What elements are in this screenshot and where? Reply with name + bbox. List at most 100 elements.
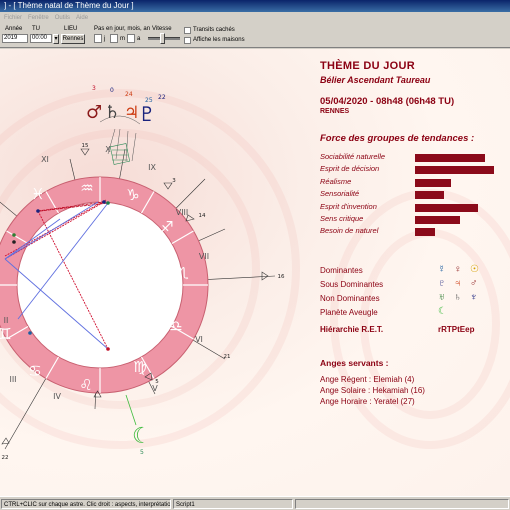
cusp-degree: 5	[155, 379, 159, 385]
status-hint: CTRL+CLIC sur chaque astre. Clic droit :…	[1, 499, 171, 509]
mars-degree: 3	[92, 85, 96, 92]
year-input[interactable]: 2019	[2, 34, 28, 43]
vitesse-label: Vitesse	[152, 26, 172, 32]
house-label-vi: VI	[195, 335, 203, 344]
step-day-input[interactable]	[94, 34, 102, 43]
jupiter-icon[interactable]: ♃	[454, 279, 462, 289]
non-dominantes-label: Non Dominantes	[320, 294, 380, 303]
pluto-degree: 25	[145, 97, 153, 104]
lieu-label: LIEU	[64, 26, 78, 32]
cusp-degree: 16	[278, 274, 285, 280]
planet-dot[interactable]	[36, 209, 40, 213]
menu-fenetre[interactable]: Fenêtre	[28, 12, 49, 24]
tu-input[interactable]: 00:00	[30, 34, 52, 43]
cusp-degree: 22	[2, 455, 9, 461]
ret-hierarchy-value: rRTPtEep	[438, 325, 475, 334]
neptune-icon[interactable]: ♆	[470, 293, 478, 303]
leo-icon: ♌	[79, 376, 92, 394]
planet-connector	[109, 143, 131, 165]
house-label-vii: VII	[199, 252, 209, 261]
tu-label: TU	[32, 26, 40, 32]
moon-icon[interactable]: ☾	[438, 307, 447, 317]
status-mode: Script1	[173, 499, 293, 509]
moon-icon[interactable]: ☾	[132, 424, 152, 449]
maisons-label: Affiche les maisons	[193, 37, 245, 43]
step-year-label: a	[137, 36, 141, 42]
maisons-checkbox[interactable]	[184, 37, 191, 44]
trend-row: Sens critique	[320, 214, 510, 224]
virgo-icon: ♍	[133, 358, 146, 376]
gemini-icon: ♊	[0, 325, 12, 343]
step-month-label: m	[120, 36, 125, 42]
trend-label: Réalisme	[320, 176, 352, 186]
jupiter-icon[interactable]: ♃	[124, 103, 139, 123]
trend-label: Sociabilité naturelle	[320, 152, 386, 161]
planet-dot[interactable]	[12, 240, 16, 244]
step-year-input[interactable]	[127, 34, 135, 43]
status-bar: CTRL+CLIC sur chaque astre. Clic droit :…	[0, 496, 510, 510]
scorpio-icon: ♏	[175, 264, 189, 282]
window-title: ] - [ Thème natal de Thème du Jour ]	[4, 1, 134, 10]
sun-icon[interactable]: ☉	[470, 265, 479, 275]
transits-label: Transits cachés	[193, 27, 235, 33]
pluto-degree-alt: 22	[158, 94, 166, 101]
uranus-icon[interactable]: ♅	[438, 293, 446, 303]
trend-section-title: Force des groupes de tendances :	[320, 133, 475, 144]
step-label: Pas en jour, mois, an	[94, 26, 151, 32]
inner-circle	[16, 201, 184, 369]
ange-regent: Ange Régent : Elemiah (4)	[320, 375, 415, 384]
house-label-viii: VIII	[176, 208, 189, 217]
trend-label: Esprit de décision	[320, 164, 380, 174]
planet-dot[interactable]	[28, 331, 32, 335]
mars-icon[interactable]: ♂	[470, 279, 478, 289]
planet-dot[interactable]	[102, 200, 106, 204]
menu-fichier[interactable]: Fichier	[4, 12, 22, 24]
lieu-button[interactable]: Rennes	[61, 34, 85, 44]
house-label-xi: XI	[41, 155, 49, 164]
planet-dot[interactable]	[106, 347, 110, 351]
step-month-input[interactable]	[110, 34, 118, 43]
ange-solaire: Ange Solaire : Hekamiah (16)	[320, 386, 425, 395]
house-label-ii: II	[4, 316, 9, 325]
cusp-triangle	[1, 437, 10, 445]
page-title: THÈME DU JOUR	[320, 60, 415, 72]
menu-outils[interactable]: Outils	[55, 12, 70, 24]
sous-dominantes-label: Sous Dominantes	[320, 280, 384, 289]
house-label-v: V	[152, 384, 158, 393]
chart-place: RENNES	[320, 108, 350, 115]
house-label-iv: IV	[53, 392, 61, 401]
menu-aide[interactable]: Aide	[76, 12, 88, 24]
astro-wheel[interactable]: ♒ ♑ ♐ ♏ ♎ ♍ ♌ ♋ ♊ ♓ XI X IX VIII VII VI …	[0, 49, 320, 496]
mars-icon[interactable]: ♂	[86, 102, 102, 123]
trend-label: Sensorialité	[320, 189, 360, 199]
aquarius-icon: ♒	[80, 179, 93, 197]
status-empty	[295, 499, 509, 509]
toolbar: Année 2019 TU 00:00 ▾ LIEU Rennes Pas en…	[0, 24, 510, 48]
saturn-icon[interactable]: ♄	[454, 293, 462, 303]
sign-subtitle: Bélier Ascendant Taureau	[320, 75, 431, 85]
venus-icon[interactable]: ♀	[454, 265, 462, 275]
trend-bar	[415, 166, 494, 175]
house-label-iii: III	[9, 375, 16, 384]
menu-bar: Fichier Fenêtre Outils Aide	[0, 12, 510, 24]
ange-horaire: Ange Horaire : Yeratel (27)	[320, 397, 415, 406]
mercury-icon[interactable]: ☿	[438, 265, 446, 275]
moon-pointer-line	[125, 394, 137, 426]
cancer-icon: ♋	[28, 362, 41, 380]
speed-slider-thumb[interactable]	[160, 33, 165, 44]
tu-spin-button[interactable]: ▾	[53, 34, 59, 44]
saturn-icon[interactable]: ♄	[104, 102, 120, 123]
planet-cluster-top[interactable]: ♂ ♄ ♃ ♇ 3 0 24 25 22	[86, 85, 166, 165]
planet-dot[interactable]	[12, 233, 16, 237]
transits-checkbox[interactable]	[184, 27, 191, 34]
cusp-triangle	[163, 182, 173, 190]
trend-label: Esprit d'invention	[320, 201, 377, 211]
pluto-icon[interactable]: ♇	[138, 102, 156, 126]
year-label: Année	[5, 26, 23, 32]
pluto-icon[interactable]: ♇	[438, 279, 446, 289]
planet-dot[interactable]	[106, 201, 110, 205]
planete-aveugle-label: Planète Aveugle	[320, 308, 378, 317]
trend-row: Sensorialité	[320, 189, 510, 200]
cusp-degree: 3	[172, 178, 176, 184]
trend-row: Réalisme	[320, 177, 510, 187]
